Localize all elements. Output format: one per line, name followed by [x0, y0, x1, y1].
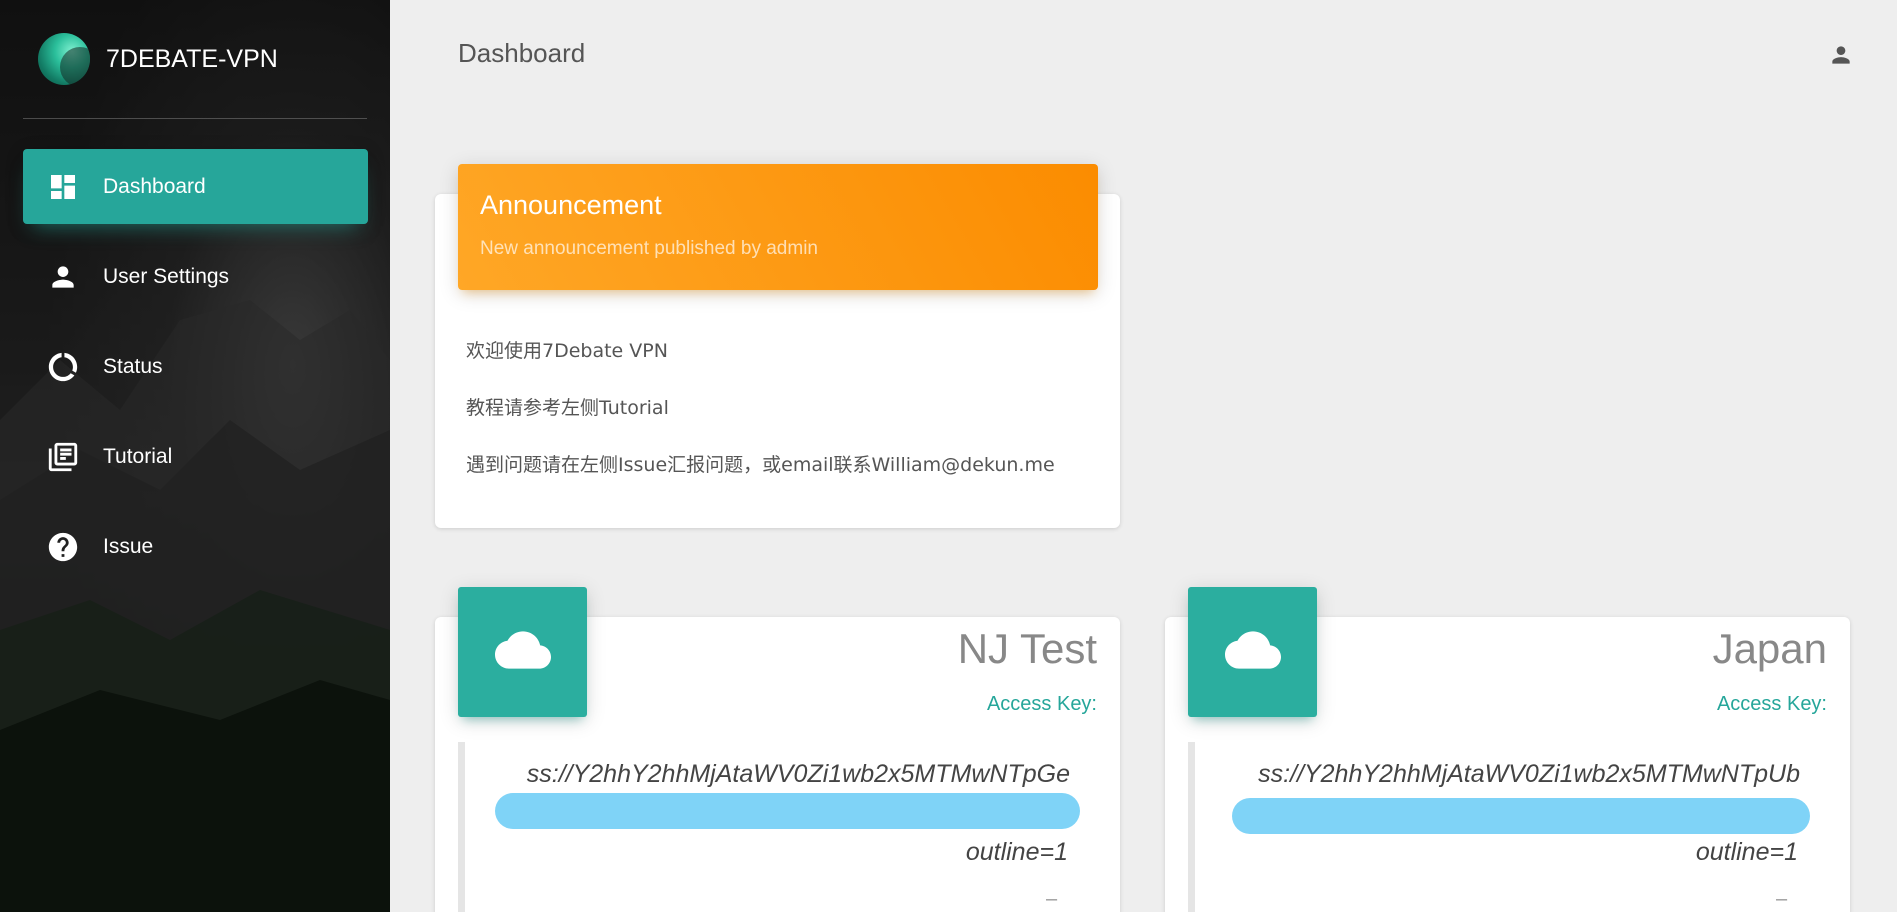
announcement-line: 遇到问题请在左侧Issue汇报问题，或email联系William@dekun.…: [466, 454, 1055, 476]
access-key-value[interactable]: ss://Y2hhY2hhMjAtaWV0Zi1wb2x5MTMwNTpUb: [1205, 760, 1800, 789]
access-key-suffix: outline=1: [1695, 838, 1798, 866]
access-key-label: Access Key:: [986, 693, 1097, 715]
sidebar-item-tutorial[interactable]: Tutorial: [23, 419, 368, 494]
server-icon-box: [1188, 587, 1317, 717]
library-books-icon: [43, 437, 83, 477]
sidebar-item-label: Status: [103, 354, 163, 378]
sidebar-nav: Dashboard User Settings Status Tutorial …: [23, 149, 368, 599]
sidebar-item-label: User Settings: [103, 264, 230, 288]
sidebar-item-label: Tutorial: [103, 444, 173, 468]
access-key-suffix: outline=1: [965, 838, 1068, 866]
person-icon: [43, 257, 83, 297]
help-circle-icon: [43, 527, 83, 567]
announcement-line: 欢迎使用7Debate VPN: [466, 340, 668, 362]
sidebar-item-user-settings[interactable]: User Settings: [23, 239, 368, 314]
brand-name: 7DEBATE-VPN: [106, 44, 278, 73]
cloud-icon: [494, 622, 551, 683]
redaction-mark: [1232, 798, 1810, 834]
sidebar-item-label: Issue: [103, 534, 154, 558]
brand-logo: [38, 33, 90, 85]
sidebar: 7DEBATE-VPN Dashboard User Settings Stat…: [0, 0, 390, 912]
server-name: NJ Test: [957, 625, 1097, 672]
announcement-subtitle: New announcement published by admin: [480, 238, 818, 259]
brand-divider: [23, 118, 367, 119]
sidebar-item-label: Dashboard: [103, 174, 206, 198]
account-icon[interactable]: [1828, 42, 1854, 68]
redaction-mark: [495, 793, 1080, 829]
status-ring-icon: [43, 347, 83, 387]
page-title: Dashboard: [458, 38, 586, 68]
announcement-body: 欢迎使用7Debate VPN 教程请参考左侧Tutorial 遇到问题请在左侧…: [466, 336, 1106, 507]
access-key-value[interactable]: ss://Y2hhY2hhMjAtaWV0Zi1wb2x5MTMwNTpGe: [475, 760, 1070, 789]
dashboard-icon: [43, 167, 83, 207]
sidebar-item-status[interactable]: Status: [23, 329, 368, 404]
announcement-title: Announcement: [480, 190, 662, 220]
access-key-dash: –: [1776, 888, 1788, 910]
server-icon-box: [458, 587, 587, 717]
sidebar-item-dashboard[interactable]: Dashboard: [23, 149, 368, 224]
access-key-label: Access Key:: [1716, 693, 1827, 715]
access-key-dash: –: [1046, 888, 1058, 910]
announcement-header: Announcement New announcement published …: [458, 164, 1098, 290]
cloud-icon: [1224, 622, 1281, 683]
sidebar-item-issue[interactable]: Issue: [23, 509, 368, 584]
announcement-line: 教程请参考左侧Tutorial: [466, 397, 669, 419]
brand[interactable]: 7DEBATE-VPN: [38, 30, 278, 88]
server-name: Japan: [1712, 625, 1827, 672]
